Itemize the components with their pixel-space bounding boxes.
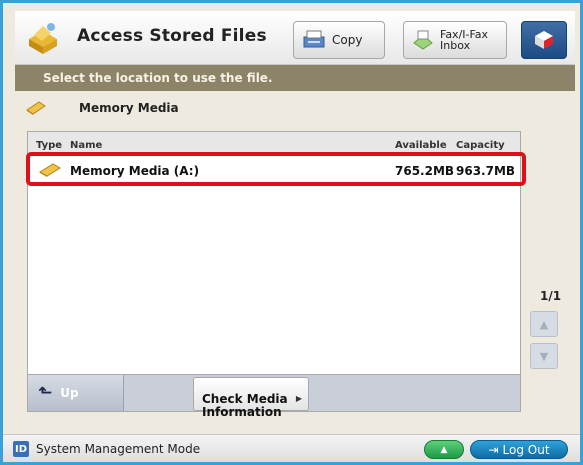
mode-label: System Management Mode — [36, 442, 201, 456]
bottom-action-bar: ⬑ Up Check Media Information ▶ — [27, 374, 521, 419]
logout-label: Log Out — [502, 442, 550, 457]
up-label: Up — [60, 386, 79, 400]
location-label: Memory Media — [79, 101, 179, 115]
fax-inbox-button[interactable]: Fax/I-Fax Inbox — [403, 21, 507, 59]
system-mode: ID System Management Mode — [13, 441, 200, 457]
header: Access Stored Files Copy Fax/I-Fax Inbox — [15, 11, 575, 65]
column-type: Type — [36, 140, 63, 151]
column-name: Name — [70, 140, 103, 151]
scroll-down-button[interactable]: ▼ — [530, 343, 558, 369]
access-stored-files-icon — [29, 23, 57, 54]
up-button[interactable]: ⬑ Up — [28, 375, 124, 411]
page-title: Access Stored Files — [77, 26, 267, 46]
current-location: Memory Media — [25, 98, 179, 118]
eject-icon: ▲ — [440, 444, 448, 455]
instruction-bar: Select the location to use the file. — [15, 65, 575, 91]
fax-inbox-label: Fax/I-Fax Inbox — [440, 28, 489, 52]
check-media-information-button[interactable]: Check Media Information ▶ — [193, 377, 309, 419]
green-eject-button[interactable]: ▲ — [424, 440, 464, 459]
copy-label: Copy — [332, 33, 363, 47]
column-capacity: Capacity — [456, 140, 505, 151]
selection-highlight — [26, 152, 526, 186]
memory-media-icon — [26, 101, 46, 115]
copy-button[interactable]: Copy — [293, 21, 385, 59]
copy-icon — [303, 30, 325, 48]
triangle-up-icon: ▲ — [539, 317, 549, 331]
settings-box-icon — [535, 31, 553, 49]
status-bar: ID System Management Mode ▲ ⇥ Log Out — [3, 434, 580, 462]
logout-button[interactable]: ⇥ Log Out — [470, 440, 568, 459]
logout-icon: ⇥ — [488, 442, 499, 457]
triangle-down-icon: ▼ — [539, 349, 549, 363]
column-available: Available — [395, 140, 447, 151]
up-arrow-icon: ⬑ — [38, 383, 53, 403]
page-indicator: 1/1 — [540, 289, 562, 303]
fax-inbox-icon — [413, 30, 433, 50]
submenu-arrow-icon: ▶ — [295, 394, 302, 403]
scroll-up-button[interactable]: ▲ — [530, 311, 558, 337]
screen-frame: Access Stored Files Copy Fax/I-Fax Inbox — [0, 0, 583, 465]
id-icon: ID — [13, 441, 29, 457]
check-media-label: Check Media Information — [202, 392, 288, 419]
settings-button[interactable] — [521, 21, 567, 59]
